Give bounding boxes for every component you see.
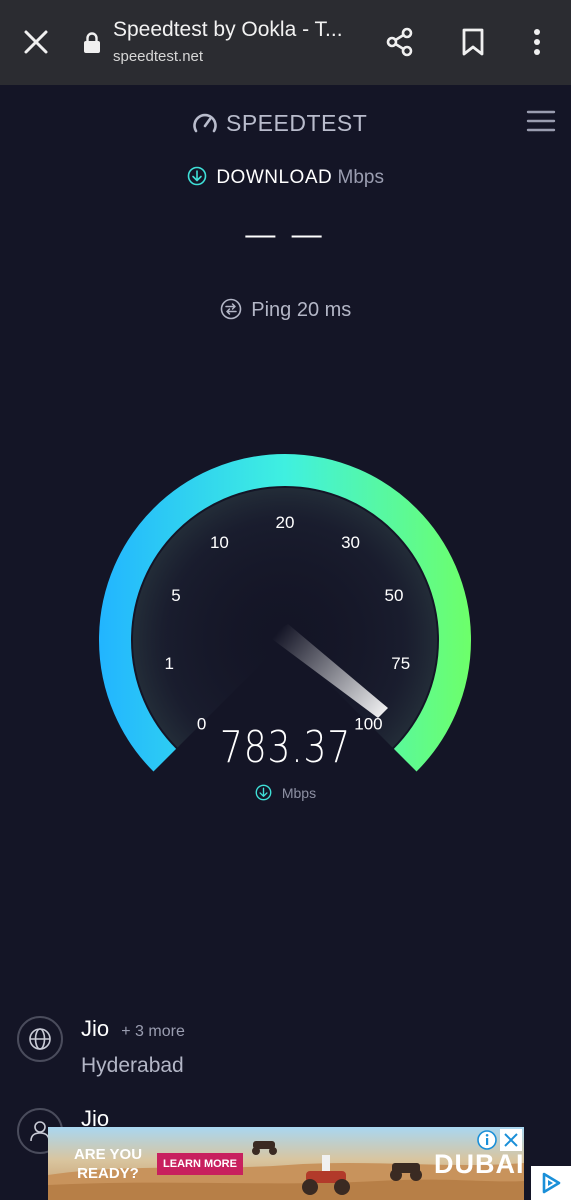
isp-name-text: Jio (81, 1016, 110, 1041)
download-arrow-icon (187, 166, 207, 186)
download-arrow-icon (255, 784, 272, 801)
gauge-tick-label: 10 (210, 533, 229, 552)
download-header: DOWNLOAD Mbps (0, 166, 571, 189)
share-button[interactable] (378, 20, 422, 64)
page-title: Speedtest by Ookla - T... (113, 18, 343, 41)
share-icon (386, 27, 413, 57)
gauge-tick-label: 5 (171, 586, 180, 605)
adchoices-button[interactable] (531, 1166, 571, 1200)
ad-learn-more-button[interactable]: LEARN MORE (157, 1153, 243, 1175)
close-icon (24, 30, 48, 54)
current-speed-unit-label: Mbps (281, 785, 317, 801)
hamburger-menu-icon (526, 110, 556, 132)
gauge-tick-label: 75 (391, 654, 410, 673)
ad-close-button[interactable] (500, 1129, 522, 1151)
lock-icon (80, 30, 104, 56)
server-location: Hyderabad (81, 1054, 184, 1077)
gauge-tick-label: 50 (385, 586, 404, 605)
isp-button[interactable] (17, 1016, 63, 1062)
ad-headline: ARE YOU READY? (73, 1146, 143, 1182)
ping-text: Ping 20 ms (251, 299, 352, 321)
gauge-tick-label: 20 (276, 513, 295, 532)
ping-row: Ping 20 ms (0, 298, 571, 322)
close-icon (500, 1129, 522, 1151)
isp-name[interactable]: Jio + 3 more (81, 1016, 185, 1042)
close-button[interactable] (14, 20, 58, 64)
ping-icon (220, 298, 241, 320)
bookmark-button[interactable] (451, 20, 495, 64)
logo-text: SPEEDTEST (226, 109, 368, 136)
download-unit: Mbps (337, 167, 384, 188)
ad-brand: DUBAI (434, 1149, 524, 1179)
globe-icon (29, 1028, 51, 1050)
speedtest-logo[interactable]: SPEEDTEST (192, 108, 367, 138)
current-speed-value: 783.37 (219, 722, 352, 773)
ad-info-button[interactable] (476, 1129, 498, 1151)
download-value: — — (245, 218, 326, 251)
download-label: DOWNLOAD (216, 167, 333, 188)
adchoices-icon (542, 1172, 561, 1194)
page-url: speedtest.net (113, 48, 204, 65)
current-speed-unit: Mbps (0, 784, 571, 801)
menu-button[interactable] (524, 106, 558, 136)
more-options-button[interactable] (515, 20, 559, 64)
browser-toolbar: Speedtest by Ookla - T... speedtest.net (0, 0, 571, 85)
more-vertical-icon (534, 29, 540, 55)
info-icon (477, 1130, 497, 1150)
bookmark-icon (462, 28, 484, 56)
gauge-tick-label: 30 (341, 533, 360, 552)
gauge-tick-label: 1 (165, 654, 174, 673)
isp-more[interactable]: + 3 more (121, 1023, 185, 1040)
ad-banner[interactable]: ARE YOU READY? LEARN MORE DUBAI (48, 1127, 524, 1200)
speedometer-logo-icon (193, 113, 217, 133)
